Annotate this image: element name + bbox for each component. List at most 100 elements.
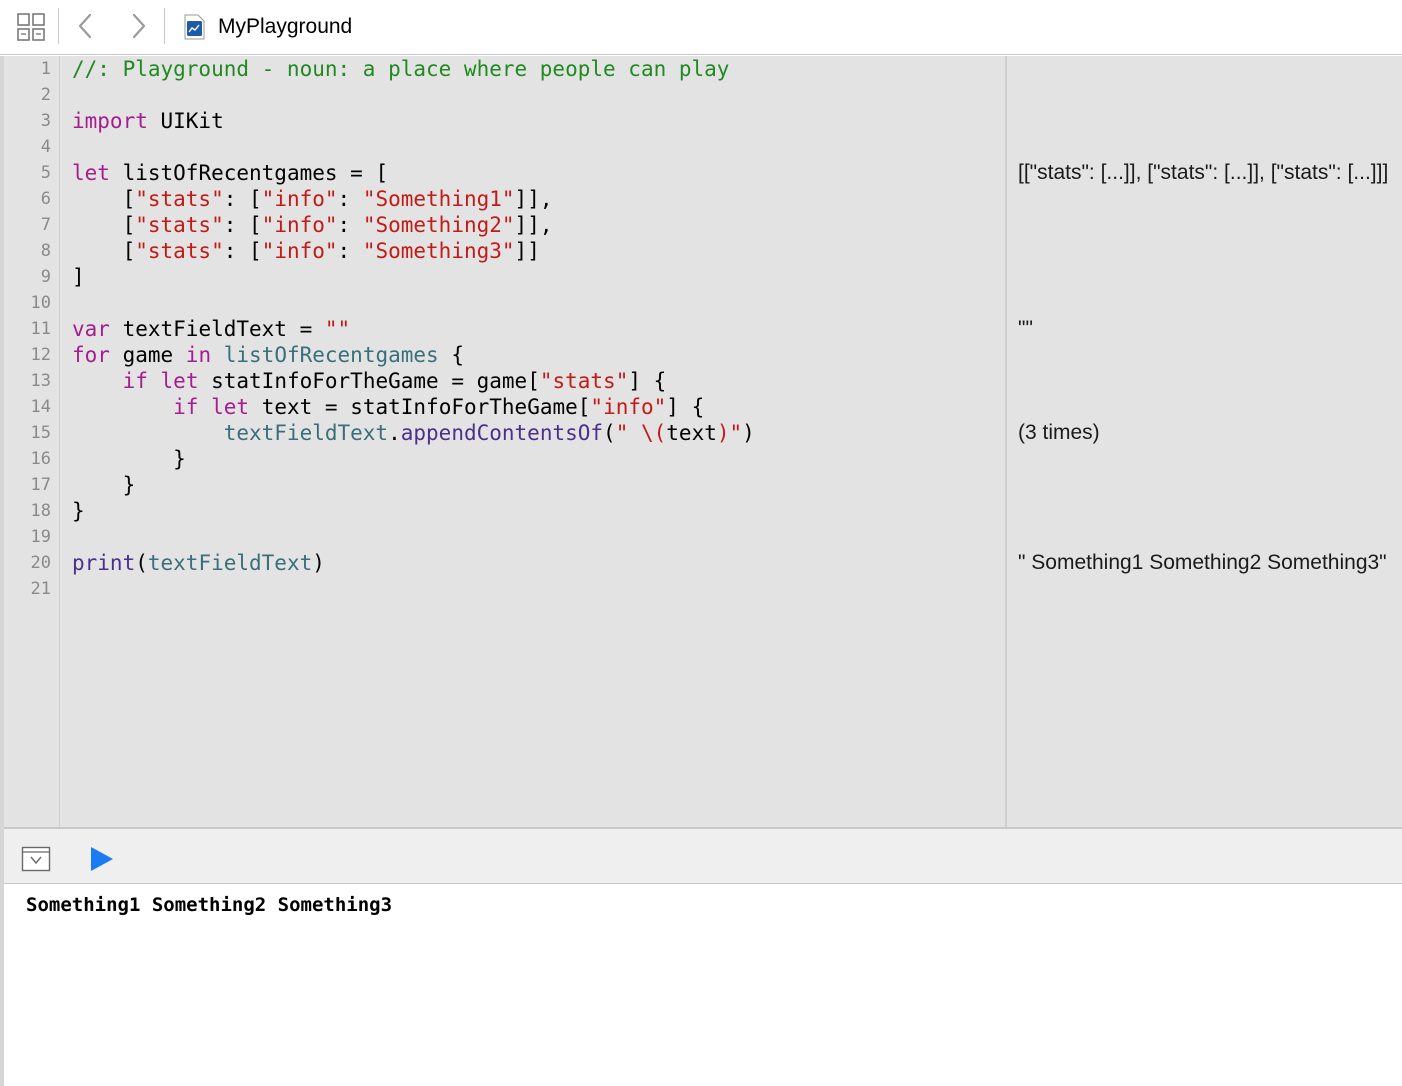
code-line[interactable]: if let text = statInfoForTheGame["info"]… [72, 394, 704, 420]
code-line[interactable]: } [72, 472, 136, 498]
line-number-gutter: 1 2 3 4 5 6 7 8 9 10 11 12 13 14 15 16 17 18 19 20 21 [4, 56, 60, 827]
file-breadcrumb[interactable]: MyPlayground [182, 13, 352, 41]
code-token: ]] [514, 239, 540, 263]
code-token: textFieldText [223, 421, 389, 445]
code-token: text [666, 421, 717, 445]
code-token: "stats" [135, 239, 224, 263]
swift-playground-file-icon [182, 14, 206, 40]
code-token: "Something1" [362, 187, 515, 211]
play-triangle-icon[interactable] [88, 844, 116, 874]
code-line[interactable]: textFieldText.appendContentsOf(" \(text)… [72, 420, 755, 446]
code-token: listOfRecentgames = [ [109, 161, 389, 185]
result-value[interactable]: (3 times) [1018, 420, 1398, 446]
code-token: "stats" [539, 369, 629, 393]
code-token: )" [716, 421, 743, 445]
code-token: text = statInfoForTheGame[ [249, 395, 591, 419]
console-output-area: Something1 Something2 Something3 [4, 885, 1402, 1086]
chevron-right-icon[interactable] [126, 10, 154, 42]
code-token: } [72, 499, 85, 523]
line-number: 8 [40, 241, 51, 261]
chevron-left-icon[interactable] [72, 10, 100, 42]
code-line[interactable]: if let statInfoForTheGame = game["stats"… [72, 368, 667, 394]
code-token: "Something3" [362, 239, 515, 263]
code-line[interactable]: //: Playground - noun: a place where peo… [72, 56, 729, 82]
code-token: : [ [223, 187, 262, 211]
line-number: 18 [30, 501, 51, 521]
code-token: ] [72, 265, 85, 289]
code-line[interactable]: ["stats": ["info": "Something2"]], [72, 212, 553, 238]
line-number: 5 [40, 163, 51, 183]
code-token: "info" [261, 239, 338, 263]
results-sidebar: [["stats": [...]], ["stats": [...]], ["s… [1005, 56, 1402, 827]
console-output: Something1 Something2 Something3 [26, 894, 393, 916]
code-line[interactable]: let listOfRecentgames = [ [72, 160, 388, 186]
code-token: " \( [615, 421, 667, 445]
code-token: : [ [223, 239, 262, 263]
code-token: "info" [261, 213, 338, 237]
code-token: } [72, 473, 136, 497]
code-line[interactable]: ] [72, 264, 85, 290]
code-token: textFieldText = [109, 317, 325, 341]
code-token: ( [603, 421, 616, 445]
line-number: 21 [30, 579, 51, 599]
line-number: 14 [30, 397, 51, 417]
result-value[interactable]: "" [1018, 316, 1398, 342]
code-area[interactable]: //: Playground - noun: a place where peo… [72, 56, 1002, 827]
code-token: ( [135, 551, 148, 575]
code-line[interactable]: print(textFieldText) [72, 550, 325, 576]
result-value[interactable]: [["stats": [...]], ["stats": [...]], ["s… [1018, 160, 1398, 186]
code-token: : [337, 239, 363, 263]
code-line[interactable]: } [72, 498, 85, 524]
code-token: "stats" [135, 213, 224, 237]
code-line[interactable]: ["stats": ["info": "Something3"]] [72, 238, 540, 264]
line-number: 3 [40, 111, 51, 131]
code-token: let [72, 161, 110, 185]
code-token: : [ [223, 213, 262, 237]
debug-bar [4, 827, 1402, 884]
line-number: 6 [40, 189, 51, 209]
line-number: 20 [30, 553, 51, 573]
code-token: import [72, 109, 148, 133]
code-token: if [173, 395, 199, 419]
code-token: appendContentsOf [400, 421, 604, 445]
code-line[interactable]: ["stats": ["info": "Something1"]], [72, 186, 553, 212]
code-token: [ [72, 187, 136, 211]
toolbar-divider [58, 8, 59, 44]
code-line[interactable]: var textFieldText = "" [72, 316, 350, 342]
code-token: var [72, 317, 110, 341]
related-items-grid-icon[interactable] [16, 12, 46, 42]
line-number: 19 [30, 527, 51, 547]
toolbar-divider [164, 8, 165, 44]
code-token: let [160, 369, 199, 393]
line-number: 1 [40, 59, 51, 79]
code-token: //: Playground - noun: a place where peo… [72, 57, 730, 81]
code-token: UIKit [147, 109, 224, 133]
code-token: textFieldText [147, 551, 313, 575]
code-token: "" [324, 317, 351, 341]
code-token: ]], [514, 213, 553, 237]
line-number: 4 [40, 137, 51, 157]
code-line[interactable]: import UIKit [72, 108, 224, 134]
line-number: 9 [40, 267, 51, 287]
code-line[interactable]: for game in listOfRecentgames { [72, 342, 464, 368]
code-token: : [337, 187, 363, 211]
code-token: ) [312, 551, 325, 575]
code-token: ] { [628, 369, 667, 393]
hide-debug-area-icon[interactable] [21, 846, 51, 872]
line-number: 12 [30, 345, 51, 365]
code-token: for [72, 343, 110, 367]
line-number: 13 [30, 371, 51, 391]
code-token: ] { [666, 395, 705, 419]
code-token: . [388, 421, 401, 445]
result-value[interactable]: " Something1 Something2 Something3" [1018, 550, 1398, 576]
code-token: [ [72, 213, 136, 237]
code-token: let [211, 395, 250, 419]
line-number: 2 [40, 85, 51, 105]
code-line[interactable]: } [72, 446, 186, 472]
